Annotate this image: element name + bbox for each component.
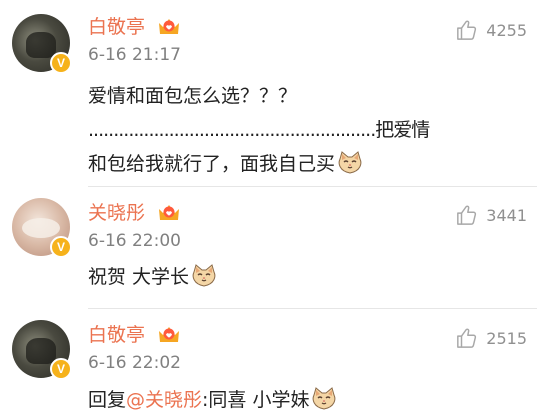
username-row: 白敬亭 <box>88 323 181 347</box>
username-row: 白敬亭 <box>88 15 181 39</box>
comment-line: 回复@关晓彤:同喜 小学妹 <box>88 383 507 417</box>
comment-divider <box>88 308 537 309</box>
like-button[interactable]: 2515 <box>456 326 527 350</box>
thumbs-up-icon <box>456 204 478 226</box>
comment-line: 祝贺 大学长 <box>88 260 507 294</box>
timestamp: 6-16 22:02 <box>88 353 181 373</box>
timestamp: 6-16 22:00 <box>88 231 181 251</box>
avatar-figure <box>26 32 56 58</box>
verified-v-icon: V <box>50 236 72 258</box>
verified-v-icon: V <box>50 358 72 380</box>
timestamp: 6-16 21:17 <box>88 45 181 65</box>
avatar-figure <box>22 218 60 238</box>
vip-crown-icon <box>157 202 181 222</box>
verified-v-icon: V <box>50 52 72 74</box>
mention-link[interactable]: @关晓彤 <box>126 389 202 411</box>
comment-text: 回复@关晓彤:同喜 小学妹 <box>88 383 507 417</box>
like-button[interactable]: 3441 <box>456 203 527 227</box>
username[interactable]: 关晓彤 <box>88 202 145 224</box>
vip-crown-icon <box>157 16 181 36</box>
avatar[interactable]: V <box>12 320 72 380</box>
cat-face-emoji <box>337 150 363 176</box>
comment-line: 爱情和面包怎么选？？？ <box>88 85 298 107</box>
comment-text: 祝贺 大学长 <box>88 260 507 294</box>
cat-face-emoji <box>191 263 217 289</box>
comment-line: 和包给我就行了，面我自己买 <box>88 147 507 181</box>
reply-text: :同喜 小学妹 <box>202 389 310 411</box>
like-count: 4255 <box>486 20 527 40</box>
like-count: 2515 <box>486 328 527 348</box>
avatar[interactable]: V <box>12 198 72 258</box>
thumbs-up-icon <box>456 327 478 349</box>
username[interactable]: 白敬亭 <box>88 324 145 346</box>
comment-line-text: 祝贺 大学长 <box>88 266 190 288</box>
vip-crown-icon <box>157 324 181 344</box>
avatar[interactable]: V <box>12 14 72 74</box>
reply-prefix: 回复 <box>88 389 127 411</box>
avatar-figure <box>26 338 56 364</box>
comment-line: ........................................… <box>88 119 430 141</box>
comment-divider <box>88 186 537 187</box>
comment-line-text: 和包给我就行了，面我自己买 <box>88 153 336 175</box>
username-row: 关晓彤 <box>88 201 181 225</box>
comment-text: 爱情和面包怎么选？？？ ............................… <box>88 79 507 181</box>
username[interactable]: 白敬亭 <box>88 16 145 38</box>
like-button[interactable]: 4255 <box>456 18 527 42</box>
like-count: 3441 <box>486 205 527 225</box>
thumbs-up-icon <box>456 19 478 41</box>
cat-face-emoji <box>311 386 337 412</box>
